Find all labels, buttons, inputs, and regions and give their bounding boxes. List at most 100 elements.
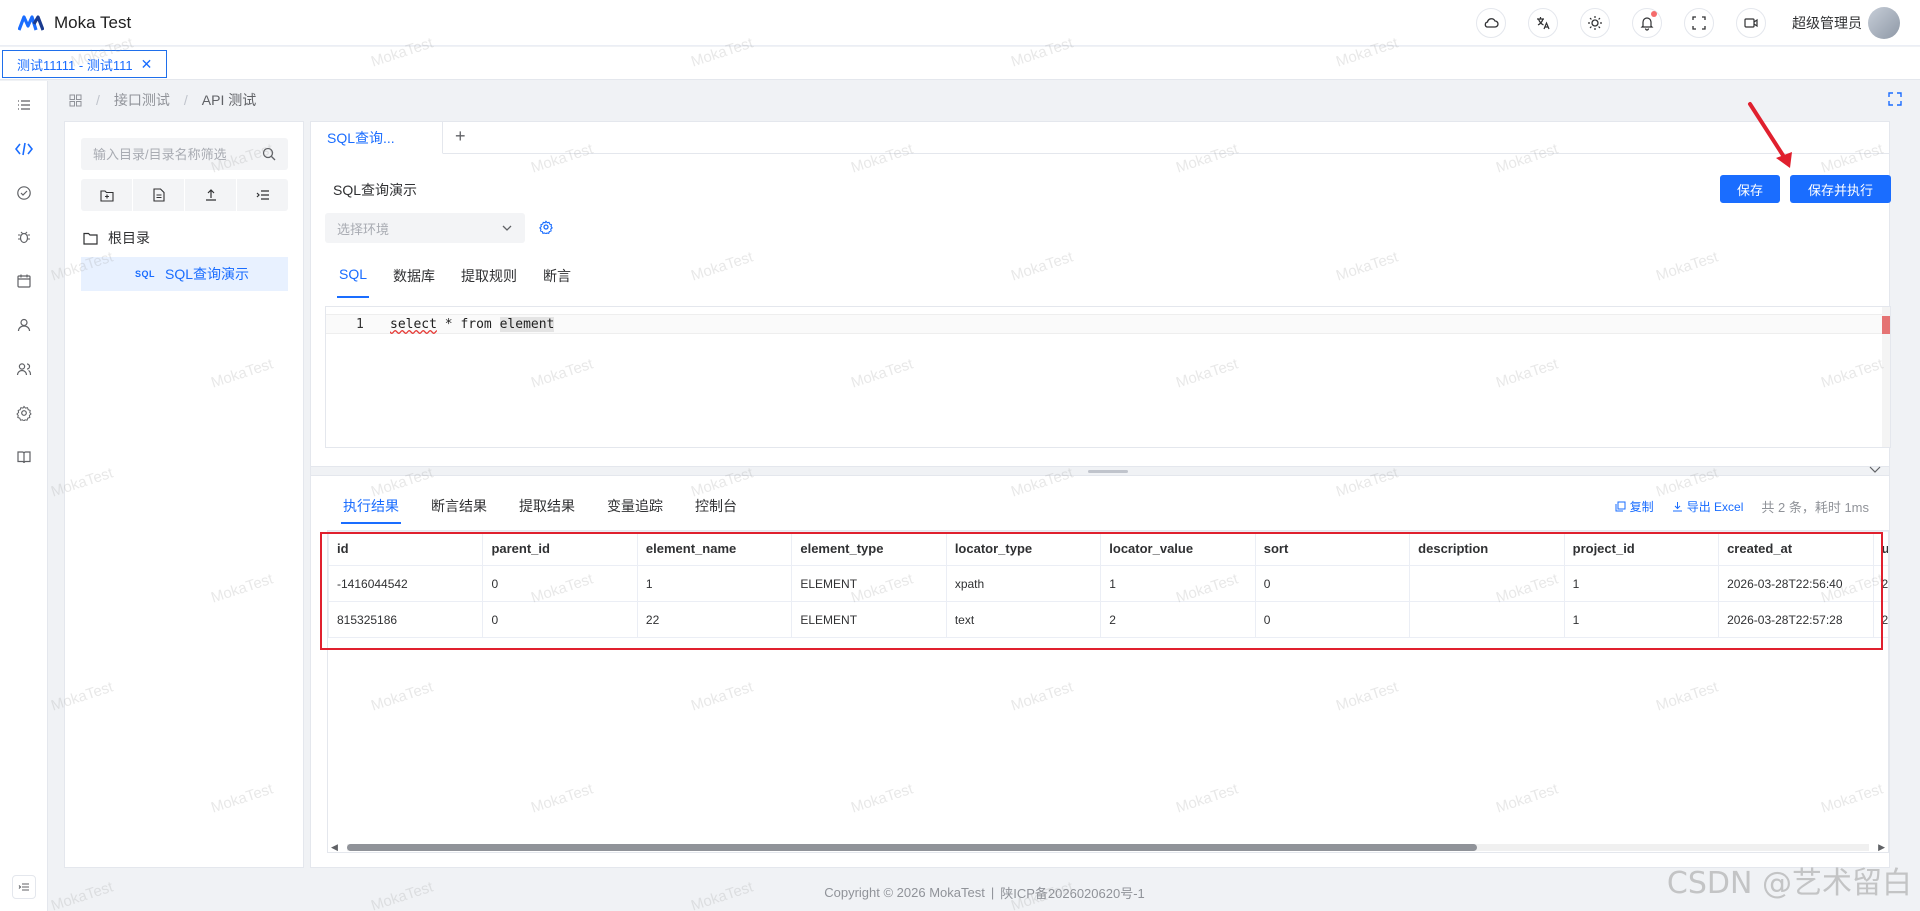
column-header[interactable]: description bbox=[1409, 531, 1565, 566]
table-cell bbox=[1409, 565, 1565, 602]
column-header[interactable]: updated_ bbox=[1872, 531, 1888, 566]
export-excel-button[interactable]: 导出 Excel bbox=[1672, 498, 1744, 515]
icp-link[interactable]: 陕ICP备2026020620号-1 bbox=[1000, 883, 1145, 902]
new-file-icon[interactable] bbox=[133, 179, 185, 211]
tab-sql[interactable]: SQL bbox=[336, 262, 370, 298]
search-icon[interactable] bbox=[262, 147, 276, 161]
tab-assertion-result[interactable]: 断言结果 bbox=[431, 492, 487, 522]
request-tabs: SQL 数据库 提取规则 断言 bbox=[336, 262, 597, 298]
collapse-menu-icon[interactable] bbox=[12, 875, 36, 899]
directory-search-input[interactable] bbox=[93, 146, 253, 162]
line-number: 1 bbox=[356, 317, 364, 332]
tab-assertion[interactable]: 断言 bbox=[543, 262, 571, 294]
api-code-icon[interactable] bbox=[14, 139, 34, 159]
cloud-icon[interactable] bbox=[1476, 7, 1506, 38]
editor-active-line bbox=[326, 314, 1890, 334]
case-name[interactable]: SQL查询演示 bbox=[333, 180, 417, 200]
panel-splitter[interactable] bbox=[311, 466, 1889, 476]
column-header[interactable]: element_type bbox=[791, 531, 947, 566]
save-and-execute-button[interactable]: 保存并执行 bbox=[1790, 175, 1891, 203]
fullscreen-icon[interactable] bbox=[1684, 7, 1714, 38]
grid-icon bbox=[69, 94, 82, 106]
avatar[interactable] bbox=[1868, 6, 1900, 39]
table-cell: 0 bbox=[1254, 565, 1411, 602]
result-summary: 共 2 条，耗时 1ms bbox=[1761, 500, 1869, 515]
environment-select[interactable]: 选择环境 bbox=[325, 213, 525, 243]
table-cell: ELEMENT bbox=[791, 565, 947, 602]
table-cell: 2026-03- bbox=[1872, 565, 1888, 602]
column-header[interactable]: element_name bbox=[636, 531, 793, 566]
user-icon[interactable] bbox=[14, 315, 34, 335]
menu-list-icon[interactable] bbox=[14, 95, 34, 115]
directory-toolbar bbox=[81, 179, 288, 211]
bell-icon[interactable] bbox=[1632, 7, 1662, 38]
user-name[interactable]: 超级管理员 bbox=[1792, 13, 1862, 33]
logo[interactable]: Moka Test bbox=[18, 13, 131, 33]
table-cell: 815325186 bbox=[328, 601, 484, 638]
breadcrumb: / 接口测试 / API 测试 bbox=[49, 81, 1920, 119]
app-title: Moka Test bbox=[54, 12, 132, 32]
tab-console[interactable]: 控制台 bbox=[695, 492, 737, 522]
sql-editor[interactable]: 1 select * from element bbox=[325, 306, 1891, 448]
bug-icon[interactable] bbox=[14, 227, 34, 247]
column-header[interactable]: locator_type bbox=[945, 531, 1102, 566]
breadcrumb-item[interactable]: 接口测试 bbox=[114, 90, 170, 110]
tab-extract-result[interactable]: 提取结果 bbox=[519, 492, 575, 522]
copy-button[interactable]: 复制 bbox=[1615, 498, 1654, 515]
sql-code[interactable]: select * from element bbox=[390, 317, 555, 332]
tree-node-sql-demo[interactable]: SQL SQL查询演示 bbox=[81, 257, 288, 291]
page-tab-active[interactable]: 测试11111 - 测试111 ✕ bbox=[2, 50, 168, 78]
copy-label: 复制 bbox=[1629, 500, 1654, 514]
book-icon[interactable] bbox=[14, 447, 34, 467]
sql-keyword: select bbox=[390, 317, 437, 332]
add-tab-button[interactable]: + bbox=[455, 126, 466, 147]
tab-variable-trace[interactable]: 变量追踪 bbox=[607, 492, 663, 522]
calendar-icon[interactable] bbox=[14, 271, 34, 291]
upload-icon[interactable] bbox=[185, 179, 237, 211]
table-row[interactable]: 815325186 0 22 ELEMENT text 2 0 1 2026-0… bbox=[328, 601, 1888, 638]
table-cell: ELEMENT bbox=[791, 601, 947, 638]
tree-root[interactable]: 根目录 bbox=[83, 228, 150, 248]
theme-icon[interactable] bbox=[1580, 7, 1610, 38]
environment-settings-icon[interactable] bbox=[539, 220, 553, 234]
sql-identifier: element bbox=[499, 317, 555, 332]
footer: Copyright © 2026 MokaTest | 陕ICP备2026020… bbox=[49, 874, 1920, 910]
column-header[interactable]: project_id bbox=[1563, 531, 1720, 566]
table-horizontal-scrollbar[interactable]: ◀ ▶ bbox=[327, 842, 1889, 852]
screencast-icon[interactable] bbox=[1736, 7, 1766, 38]
table-cell: text bbox=[945, 601, 1102, 638]
save-button[interactable]: 保存 bbox=[1720, 175, 1780, 203]
translate-icon[interactable] bbox=[1528, 7, 1558, 38]
check-circle-icon[interactable] bbox=[14, 183, 34, 203]
close-icon[interactable]: ✕ bbox=[141, 56, 153, 73]
column-header[interactable]: created_at bbox=[1718, 531, 1874, 566]
directory-search[interactable] bbox=[81, 138, 288, 170]
splitter-handle[interactable] bbox=[1088, 470, 1128, 473]
top-header: Moka Test 超级管理员 bbox=[0, 0, 1920, 46]
export-label: 导出 Excel bbox=[1686, 500, 1744, 514]
scroll-left-arrow-icon[interactable]: ◀ bbox=[331, 842, 338, 853]
page-tabs-bar: 测试11111 - 测试111 ✕ bbox=[0, 47, 1920, 80]
scrollbar-thumb[interactable] bbox=[347, 844, 1477, 851]
expand-icon[interactable] bbox=[1888, 92, 1902, 106]
table-row[interactable]: -1416044542 0 1 ELEMENT xpath 1 0 1 2026… bbox=[328, 565, 1888, 602]
column-header[interactable]: parent_id bbox=[482, 531, 638, 566]
users-icon[interactable] bbox=[14, 359, 34, 379]
indent-list-icon[interactable] bbox=[237, 179, 288, 211]
column-header[interactable]: id bbox=[328, 531, 484, 566]
sql-tag-icon: SQL bbox=[135, 269, 156, 279]
column-header[interactable]: locator_value bbox=[1100, 531, 1256, 566]
download-icon bbox=[1672, 502, 1682, 512]
tab-database[interactable]: 数据库 bbox=[393, 262, 435, 294]
scroll-right-arrow-icon[interactable]: ▶ bbox=[1878, 842, 1885, 853]
tab-execution-result[interactable]: 执行结果 bbox=[341, 492, 401, 524]
settings-icon[interactable] bbox=[14, 403, 34, 423]
table-cell: -1416044542 bbox=[328, 565, 484, 602]
column-header[interactable]: sort bbox=[1254, 531, 1411, 566]
new-folder-icon[interactable] bbox=[81, 179, 133, 211]
result-tabs: 执行结果 断言结果 提取结果 变量追踪 控制台 bbox=[341, 492, 769, 524]
collapse-chevron-icon[interactable] bbox=[1869, 466, 1881, 474]
table-cell: xpath bbox=[945, 565, 1102, 602]
tab-extract-rules[interactable]: 提取规则 bbox=[461, 262, 517, 294]
api-tab-active[interactable]: SQL查询... bbox=[311, 122, 443, 154]
